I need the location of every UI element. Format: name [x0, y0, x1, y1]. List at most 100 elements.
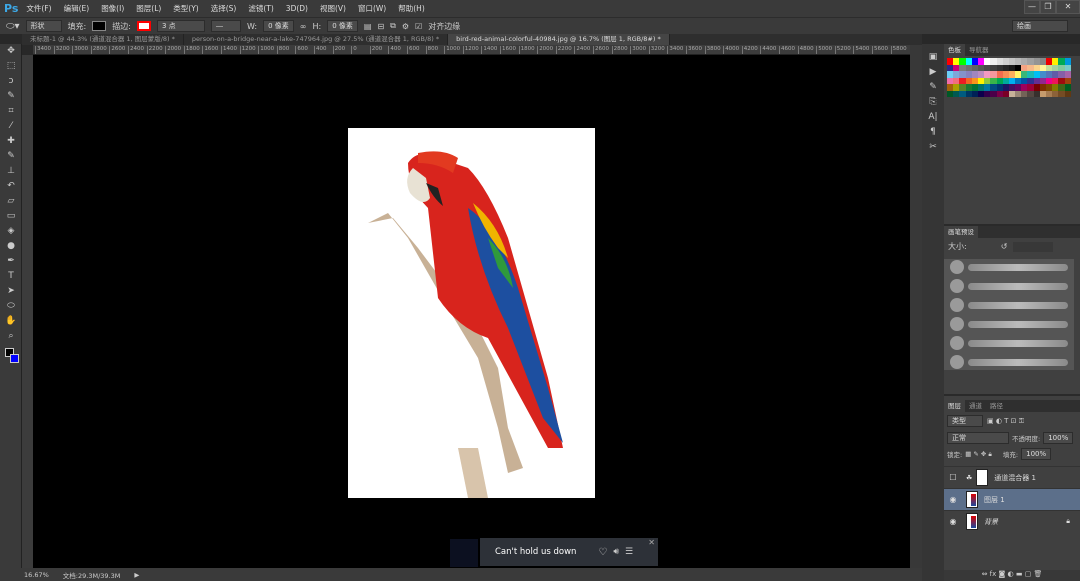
brush-icon[interactable]: ✎	[922, 80, 944, 95]
gear-icon[interactable]: ⚙	[402, 22, 409, 31]
filter-icons[interactable]: ▣ ◐ T ⊡ ⚿	[987, 417, 1024, 426]
path-arrange-icon[interactable]: ⧉	[390, 21, 396, 31]
zoom-tool-icon[interactable]: ⌕	[0, 329, 22, 344]
brush-list[interactable]	[944, 259, 1074, 370]
lock-icons[interactable]: ▦ ✎ ✥ 🔒︎	[965, 450, 992, 459]
color-swatch[interactable]	[1064, 90, 1071, 97]
clone-source-icon[interactable]: ⎘	[922, 95, 944, 110]
path-select-tool-icon[interactable]: ➤	[0, 284, 22, 299]
history-brush-tool-icon[interactable]: ↶	[0, 179, 22, 194]
brush-tool-icon[interactable]: ✎	[0, 149, 22, 164]
healing-tool-icon[interactable]: ✚	[0, 134, 22, 149]
history-icon[interactable]: ▣	[922, 50, 944, 65]
marquee-tool-icon[interactable]: ⬚	[0, 59, 22, 74]
blur-tool-icon[interactable]: ◈	[0, 224, 22, 239]
paragraph-icon[interactable]: ¶	[922, 125, 944, 140]
layer-filter-select[interactable]: 类型	[947, 415, 983, 427]
menu-select[interactable]: 选择(S)	[211, 3, 237, 14]
gradient-tool-icon[interactable]: ▭	[0, 209, 22, 224]
playlist-icon[interactable]: ☰	[625, 547, 633, 557]
opacity-input[interactable]: 100%	[1043, 432, 1074, 444]
menu-view[interactable]: 视图(V)	[320, 3, 346, 14]
ellipse-tool-icon[interactable]: ⬭▾	[6, 21, 20, 32]
menu-file[interactable]: 文件(F)	[26, 3, 51, 14]
menu-help[interactable]: 帮助(H)	[398, 3, 425, 14]
swatches-panel: 色板 导航器	[944, 44, 1080, 226]
layer-row-background[interactable]: ◉ 背景 🔒︎	[944, 510, 1080, 532]
path-align-icon[interactable]: ⊟	[377, 22, 384, 31]
crop-tool-icon[interactable]: ⌗	[0, 104, 22, 119]
fill-input[interactable]: 100%	[1021, 448, 1052, 460]
status-menu-arrow-icon[interactable]: ▶	[134, 571, 139, 579]
menu-type[interactable]: 类型(Y)	[173, 3, 198, 14]
tab-swatches[interactable]: 色板	[944, 44, 965, 56]
close-button[interactable]: ✕	[1056, 0, 1080, 14]
fill-swatch[interactable]	[92, 21, 107, 31]
actions-icon[interactable]: ▶	[922, 65, 944, 80]
ruler-tick-label: 2000	[537, 46, 553, 54]
shape-mode-select[interactable]: 形状	[25, 20, 62, 32]
parrot-illustration	[368, 151, 563, 498]
tab-paths[interactable]: 路径	[986, 400, 1007, 412]
visibility-toggle[interactable]: ☐	[944, 473, 962, 482]
tab-bird[interactable]: bird-red-animal-colorful-40984.jpg @ 16.…	[448, 34, 670, 45]
restore-button[interactable]: ❐	[1040, 0, 1056, 14]
tab-channels[interactable]: 通道	[965, 400, 986, 412]
stroke-swatch[interactable]	[136, 21, 151, 31]
layer-actions-icons[interactable]: ⇔ fx ◙ ◐ ▬ ▢ 🗑︎	[982, 570, 1043, 578]
workspace-select[interactable]: 绘画	[1012, 20, 1068, 32]
dodge-tool-icon[interactable]: ●	[0, 239, 22, 254]
menu-edit[interactable]: 编辑(E)	[64, 3, 90, 14]
path-ops-icon[interactable]: ▤	[364, 22, 372, 31]
minimize-button[interactable]: —	[1024, 0, 1040, 14]
eye-icon[interactable]: ◉	[944, 495, 962, 504]
menu-image[interactable]: 图像(I)	[101, 3, 124, 14]
lasso-tool-icon[interactable]: ↄ	[0, 74, 22, 89]
menu-layer[interactable]: 图层(L)	[136, 3, 161, 14]
brush-preset	[950, 297, 1068, 313]
layer-row-channel-mixer[interactable]: ☐ ☘ 通道混合器 1	[944, 466, 1080, 488]
heart-icon[interactable]: ♡	[598, 547, 607, 558]
size-label: 大小:	[948, 242, 967, 251]
ruler-tick-label: 0	[351, 46, 357, 54]
size-slider[interactable]	[1013, 241, 1054, 252]
color-swatches[interactable]	[3, 348, 19, 366]
stroke-width-input[interactable]: 3 点	[156, 20, 205, 32]
reset-icon[interactable]: ↺	[1001, 242, 1008, 251]
tab-navigator[interactable]: 导航器	[965, 44, 993, 56]
hand-tool-icon[interactable]: ✋	[0, 314, 22, 329]
pen-tool-icon[interactable]: ✒	[0, 254, 22, 269]
type-tool-icon[interactable]: T	[0, 269, 22, 284]
blend-mode-select[interactable]: 正常	[947, 432, 1009, 444]
vertical-scrollbar[interactable]	[910, 45, 922, 568]
tab-untitled[interactable]: 未标题-1 @ 44.3% (通道混合器 1, 图层蒙版/8) *	[22, 34, 184, 45]
width-input[interactable]: 0 像素	[263, 20, 294, 32]
menu-window[interactable]: 窗口(W)	[358, 3, 386, 14]
parrot-image	[348, 128, 595, 498]
tab-brush-presets[interactable]: 画笔预设	[944, 226, 978, 238]
volume-icon[interactable]: 🔊︎	[613, 547, 619, 557]
eye-icon[interactable]: ◉	[944, 517, 962, 526]
tool-presets-icon[interactable]: ✂	[922, 140, 944, 155]
align-edges-checkbox[interactable]: ☑	[415, 22, 422, 31]
stamp-tool-icon[interactable]: ⊥	[0, 164, 22, 179]
background-color[interactable]	[10, 354, 19, 363]
zoom-level[interactable]: 16.67%	[24, 571, 49, 579]
stroke-type-select[interactable]: ―	[210, 20, 241, 32]
height-input[interactable]: 0 像素	[327, 20, 358, 32]
ellipse-tool-icon[interactable]: ⬭	[0, 299, 22, 314]
close-popup-icon[interactable]: ✕	[648, 538, 655, 547]
eraser-tool-icon[interactable]: ▱	[0, 194, 22, 209]
move-tool-icon[interactable]: ✥	[0, 44, 22, 59]
quick-select-tool-icon[interactable]: ✎	[0, 89, 22, 104]
eyedropper-tool-icon[interactable]: ⁄	[0, 119, 22, 134]
character-icon[interactable]: A|	[922, 110, 944, 125]
tab-layers[interactable]: 图层	[944, 400, 965, 412]
menu-filter[interactable]: 滤镜(T)	[248, 3, 273, 14]
menu-3d[interactable]: 3D(D)	[286, 4, 308, 13]
layer-row-layer1[interactable]: ◉ 图层 1	[944, 488, 1080, 510]
link-icon[interactable]: ∞	[300, 22, 307, 31]
ruler-tick-label: 200	[369, 46, 382, 54]
ruler-tick-label: 1200	[239, 46, 256, 54]
tab-person-bridge[interactable]: person-on-a-bridge-near-a-lake-747964.jp…	[184, 34, 449, 45]
